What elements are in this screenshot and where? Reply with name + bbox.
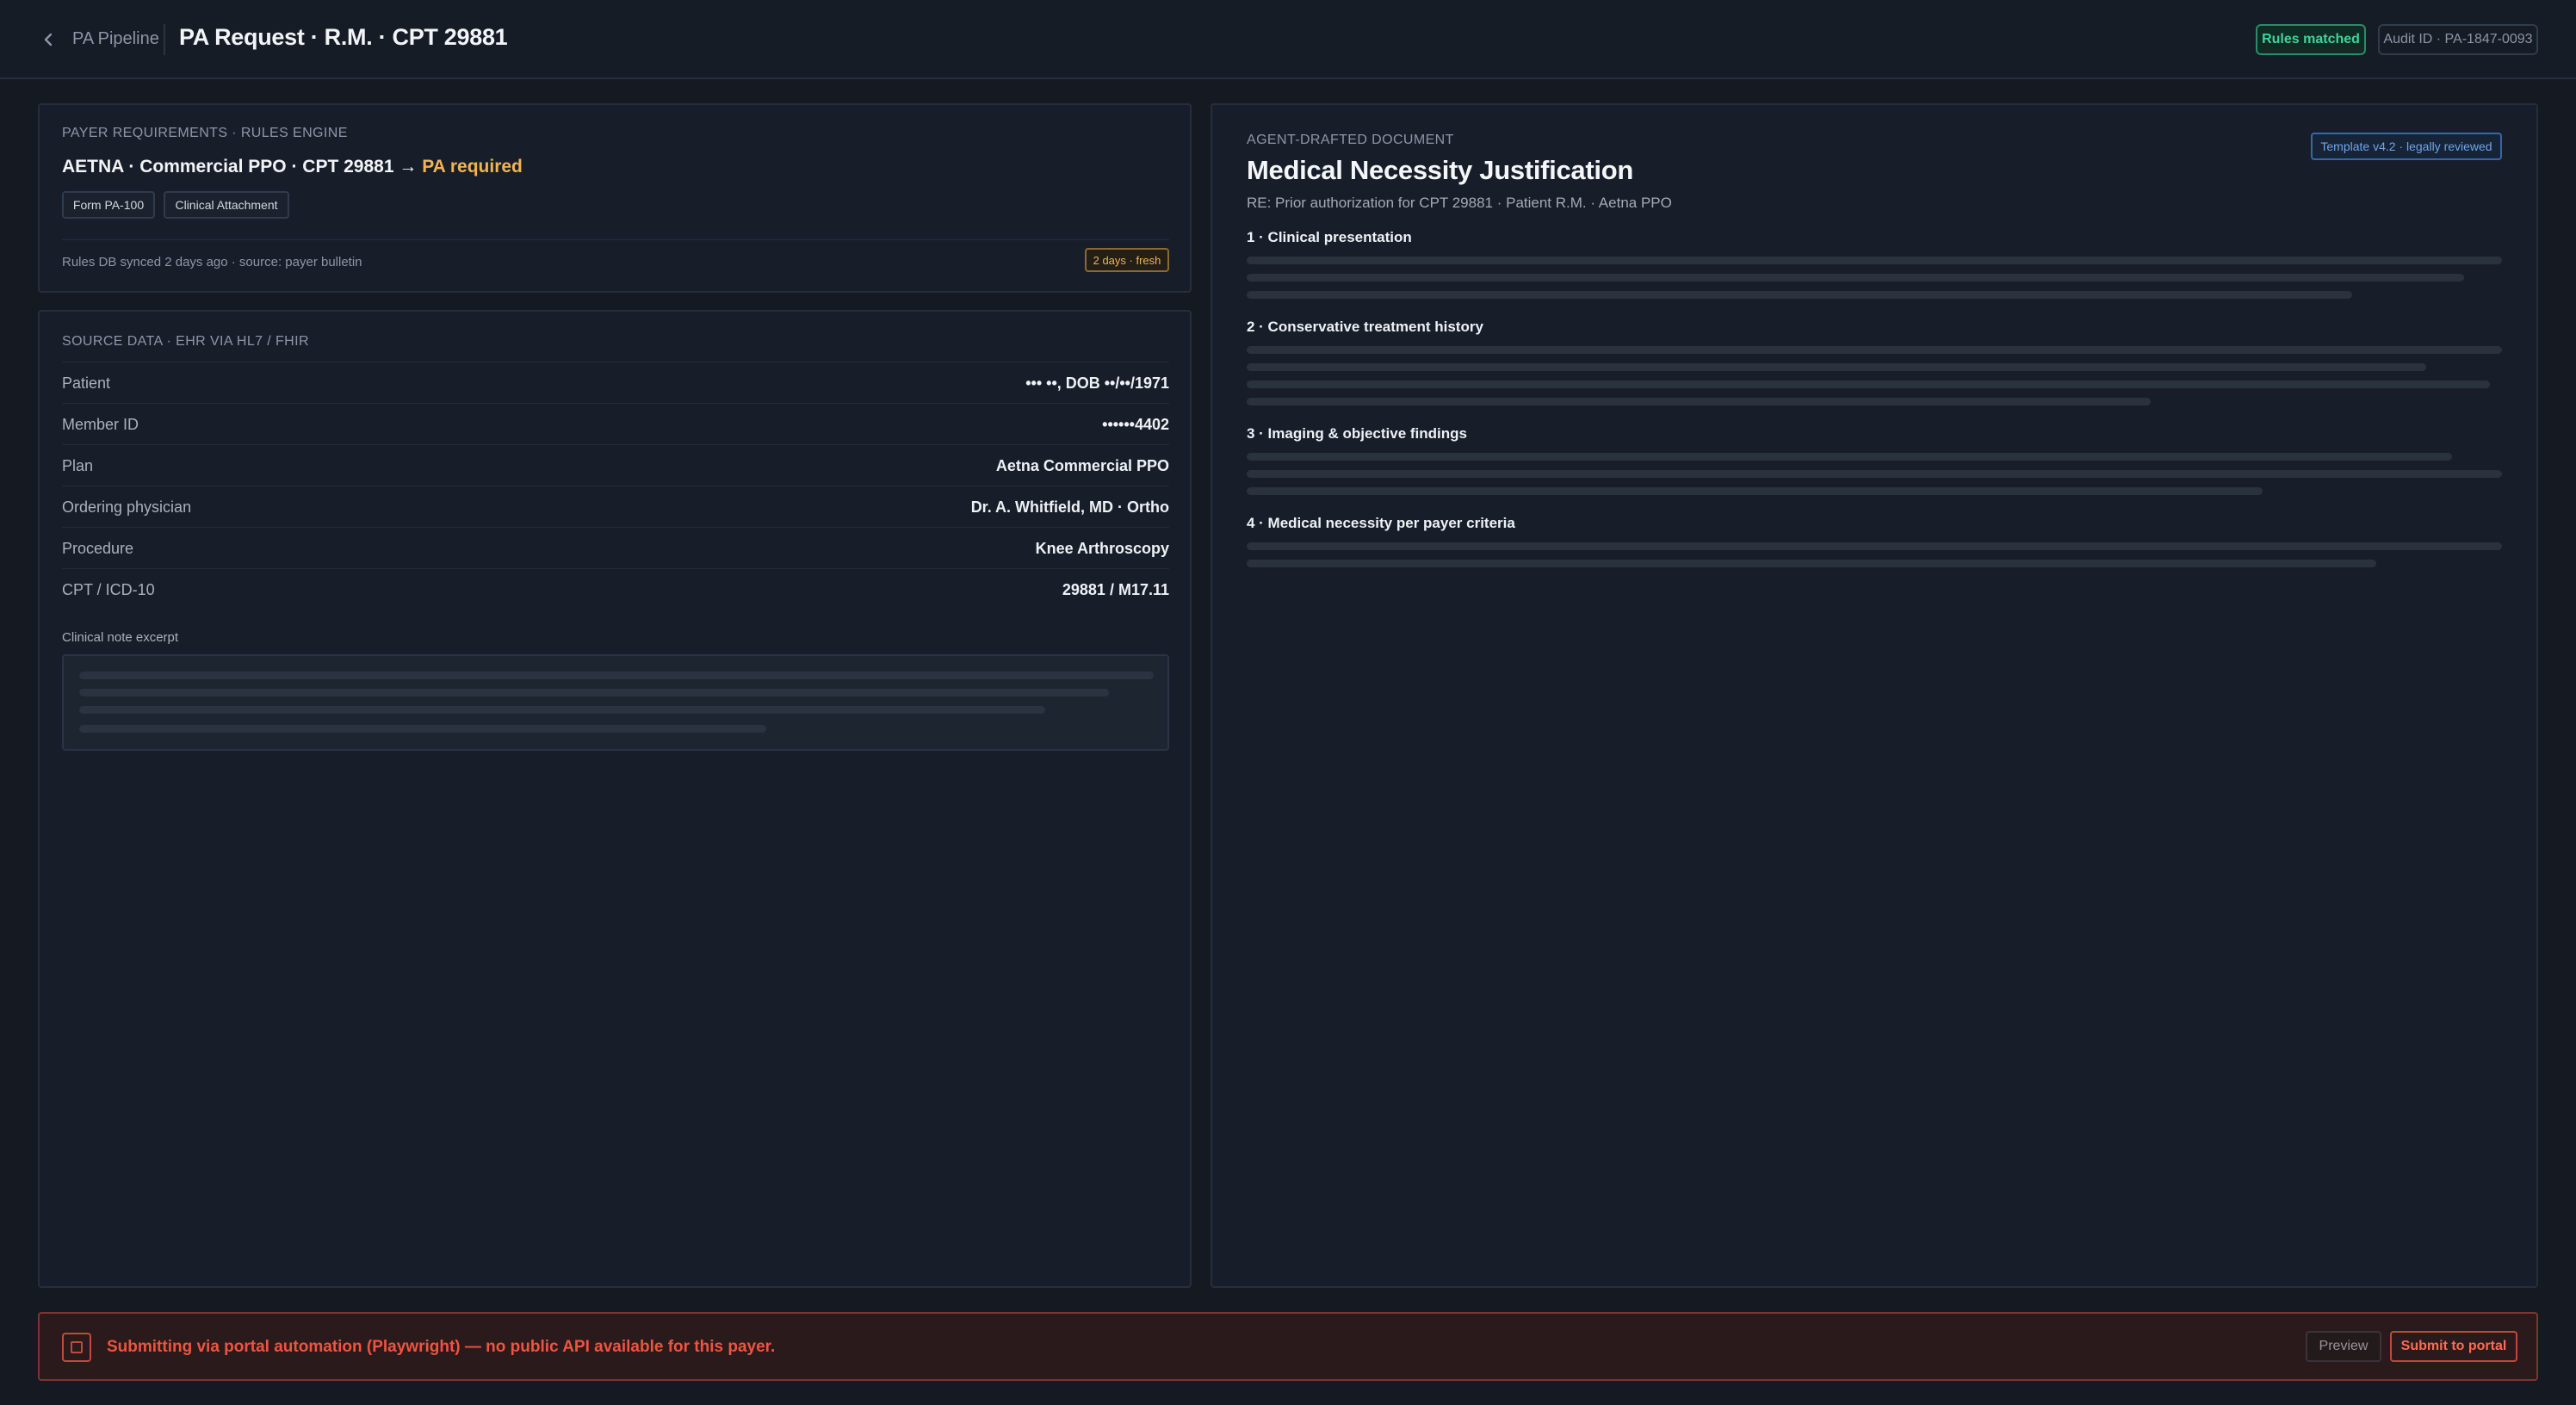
source-row-value: Aetna Commercial PPO: [995, 457, 1169, 474]
section-clinical-presentation: 1 · Clinical presentation: [1247, 229, 1412, 245]
source-row-value: Knee Arthroscopy: [1035, 540, 1169, 557]
skeleton-line: [79, 689, 1109, 696]
clinical-note-label: Clinical note excerpt: [62, 630, 179, 645]
section-medical-necessity: 4 · Medical necessity per payer criteria: [1247, 515, 1515, 531]
payer-rule-prefix: AETNA · Commercial PPO · CPT 29881 →: [62, 157, 418, 176]
source-row-member-id: Member ID ••••••4402: [62, 403, 1169, 444]
source-row-value: Dr. A. Whitfield, MD · Ortho: [970, 498, 1169, 516]
header-divider: [164, 24, 165, 55]
pa-required-status: PA required: [422, 157, 523, 176]
audit-id-badge: Audit ID · PA-1847-0093: [2378, 24, 2538, 55]
source-row-label: Member ID: [62, 416, 139, 433]
skeleton-line: [1247, 542, 2502, 550]
skeleton-line: [79, 672, 1154, 679]
source-row-value: ••••••4402: [1102, 416, 1169, 433]
chip-clinical-attachment: Clinical Attachment: [164, 191, 289, 219]
page-title: PA Request · R.M. · CPT 29881: [179, 24, 508, 50]
breadcrumb-pa-pipeline[interactable]: PA Pipeline: [72, 29, 159, 49]
source-row-label: Plan: [62, 457, 94, 474]
source-row-cpt-icd: CPT / ICD-10 29881 / M17.11: [62, 568, 1169, 610]
clinical-note-excerpt: [62, 654, 1169, 751]
document-subtitle: RE: Prior authorization for CPT 29881 · …: [1247, 195, 1672, 211]
source-row-value: 29881 / M17.11: [1062, 581, 1169, 598]
submit-to-portal-button[interactable]: Submit to portal: [2390, 1331, 2517, 1362]
skeleton-line: [1247, 487, 2263, 495]
source-row-label: Procedure: [62, 540, 134, 557]
section-conservative-treatment: 2 · Conservative treatment history: [1247, 319, 1483, 335]
skeleton-line: [1247, 291, 2352, 299]
document-eyebrow: AGENT-DRAFTED DOCUMENT: [1247, 133, 1454, 147]
document-title: Medical Necessity Justification: [1247, 155, 1633, 185]
source-panel-eyebrow: SOURCE DATA · EHR VIA HL7 / FHIR: [62, 334, 309, 349]
drafted-document-panel: AGENT-DRAFTED DOCUMENT Template v4.2 · l…: [1211, 103, 2538, 1288]
skeleton-line: [1247, 257, 2502, 264]
skeleton-line: [79, 725, 766, 733]
source-row-value: ••• ••, DOB ••/••/1971: [1025, 374, 1169, 392]
template-version-badge: Template v4.2 · legally reviewed: [2311, 133, 2502, 160]
skeleton-line: [1247, 453, 2452, 461]
chip-form-pa-100: Form PA-100: [62, 191, 155, 219]
divider: [62, 239, 1169, 240]
skeleton-line: [1247, 346, 2502, 354]
source-row-label: CPT / ICD-10: [62, 581, 155, 598]
source-row-label: Patient: [62, 374, 111, 392]
source-row-plan: Plan Aetna Commercial PPO: [62, 444, 1169, 486]
source-row-label: Ordering physician: [62, 498, 192, 516]
skeleton-line: [1247, 381, 2490, 388]
chevron-left-icon[interactable]: [38, 28, 59, 52]
section-imaging-findings: 3 · Imaging & objective findings: [1247, 425, 1467, 442]
freshness-badge: 2 days · fresh: [1085, 248, 1169, 272]
source-row-ordering-physician: Ordering physician Dr. A. Whitfield, MD …: [62, 486, 1169, 527]
preview-button[interactable]: Preview: [2306, 1331, 2381, 1362]
payer-requirements-panel: PAYER REQUIREMENTS · RULES ENGINE AETNA …: [38, 103, 1192, 293]
source-row-patient: Patient ••• ••, DOB ••/••/1971: [62, 362, 1169, 403]
payer-panel-eyebrow: PAYER REQUIREMENTS · RULES ENGINE: [62, 126, 348, 140]
skeleton-line: [1247, 560, 2376, 567]
skeleton-line: [1247, 363, 2426, 371]
source-data-panel: SOURCE DATA · EHR VIA HL7 / FHIR Patient…: [38, 310, 1192, 1288]
skeleton-line: [1247, 274, 2464, 282]
rules-sync-status: Rules DB synced 2 days ago · source: pay…: [62, 255, 362, 269]
payer-rule-summary: AETNA · Commercial PPO · CPT 29881 → PA …: [62, 157, 523, 177]
checkbox-square-icon: [71, 1341, 83, 1353]
rules-matched-badge: Rules matched: [2256, 24, 2366, 55]
skeleton-line: [1247, 398, 2151, 405]
portal-automation-warning: Submitting via portal automation (Playwr…: [107, 1338, 776, 1356]
source-row-procedure: Procedure Knee Arthroscopy: [62, 527, 1169, 568]
skeleton-line: [1247, 470, 2502, 478]
top-header: PA Pipeline PA Request · R.M. · CPT 2988…: [0, 0, 2576, 79]
banner-checkbox[interactable]: [62, 1333, 91, 1362]
portal-automation-banner: Submitting via portal automation (Playwr…: [38, 1312, 2538, 1381]
skeleton-line: [79, 706, 1045, 714]
